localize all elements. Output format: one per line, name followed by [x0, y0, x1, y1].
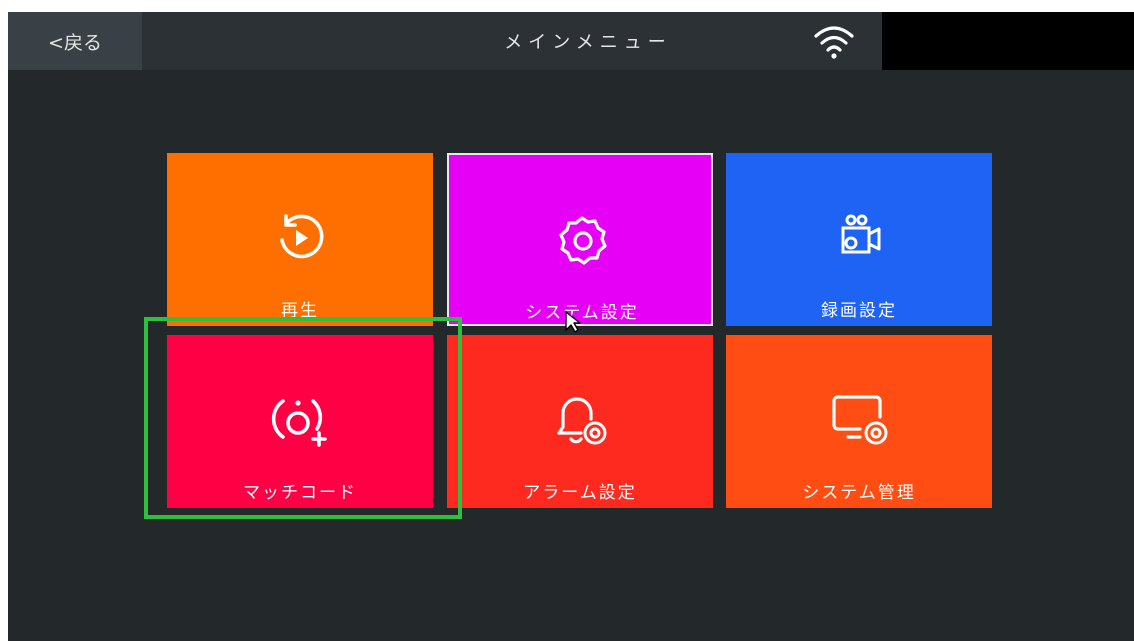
tile-alarm-settings[interactable]: アラーム設定 [447, 335, 713, 508]
back-button[interactable]: <戻る [8, 12, 142, 70]
tile-label: マッチコード [243, 483, 357, 503]
page-title: メインメニュー [504, 32, 672, 53]
top-bar-blank [882, 12, 1134, 70]
system-manage-icon [726, 389, 992, 451]
alarm-bell-icon [447, 389, 713, 451]
record-camera-icon [726, 207, 992, 269]
tile-label: システム設定 [525, 303, 639, 323]
tile-match-code[interactable]: マッチコード [167, 335, 433, 508]
tile-label: 録画設定 [821, 301, 897, 321]
tile-label: 再生 [281, 301, 319, 321]
tile-label: アラーム設定 [523, 483, 637, 503]
playback-icon [167, 207, 433, 269]
tile-system-settings[interactable]: システム設定 [447, 153, 713, 326]
settings-gear-icon [449, 209, 715, 271]
top-bar: <戻る メインメニュー [8, 12, 1134, 70]
tile-playback[interactable]: 再生 [167, 153, 433, 326]
app-frame: <戻る メインメニュー 再生 システム設定 録画設定 マッチコード アラーム設定… [0, 0, 1134, 641]
wifi-icon [814, 26, 854, 59]
tile-label: システム管理 [802, 483, 916, 503]
main-screen: <戻る メインメニュー 再生 システム設定 録画設定 マッチコード アラーム設定… [8, 12, 1134, 641]
tile-system-management[interactable]: システム管理 [726, 335, 992, 508]
match-code-icon [167, 389, 433, 451]
tile-record-settings[interactable]: 録画設定 [726, 153, 992, 326]
mouse-cursor-icon [565, 311, 581, 333]
